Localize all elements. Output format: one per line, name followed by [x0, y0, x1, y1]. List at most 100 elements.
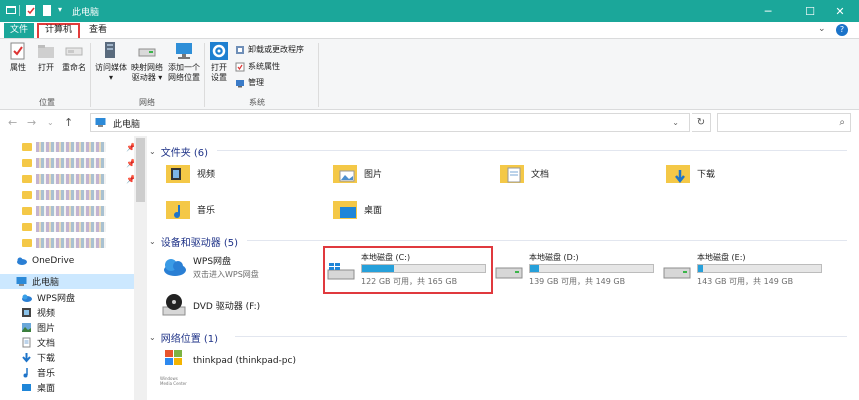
manage-button[interactable]: 管理 [235, 77, 264, 88]
help-icon[interactable]: ? [836, 24, 848, 36]
map-drive-button[interactable]: 映射网络 驱动器 ▾ [130, 41, 164, 83]
refresh-button[interactable]: ↻ [692, 113, 711, 132]
drive-e-usage-fill [698, 265, 703, 272]
open-settings-label-1: 打开 [211, 63, 227, 72]
collapse-chevron-icon: ⌄ [149, 237, 156, 246]
folders-section-header[interactable]: ⌄ 文件夹 (6) [149, 144, 208, 159]
folder-desktop-label: 桌面 [364, 205, 383, 216]
rename-icon [65, 47, 83, 56]
tab-computer[interactable]: 计算机 [37, 23, 80, 38]
system-properties-icon [235, 62, 245, 71]
wps-cloud-drive[interactable]: WPS网盘 双击进入WPS网盘 [161, 254, 259, 280]
nav-item-pictures[interactable]: 图片 [0, 320, 134, 335]
nav-item-documents[interactable]: 文档 [0, 335, 134, 350]
network-computer[interactable]: thinkpad (thinkpad-pc) [161, 348, 296, 374]
folders-header-label: 文件夹 (6) [160, 148, 209, 159]
open-button[interactable]: 打开 [34, 41, 58, 73]
folder-documents[interactable]: 文档 [499, 160, 549, 186]
uninstall-programs-button[interactable]: 卸载或更改程序 [235, 44, 304, 55]
folder-downloads[interactable]: 下载 [665, 160, 715, 186]
folder-icon [22, 175, 32, 183]
network-section-header[interactable]: ⌄ 网络位置 (1) [149, 330, 218, 345]
onedrive-label: OneDrive [32, 255, 75, 266]
nav-documents-label: 文档 [37, 339, 56, 349]
address-dropdown-icon[interactable]: ⌄ [672, 118, 679, 127]
group-separator [204, 43, 205, 107]
manage-label: 管理 [248, 78, 264, 87]
navigation-pane: 📌 📌 📌 OneDrive 此电脑 WPS网盘 视频 图片 文档 下载 音乐 … [0, 136, 147, 400]
video-icon [22, 308, 31, 317]
up-arrow-icon[interactable]: ↑ [64, 116, 73, 129]
address-bar: ← → ⌄ ↑ 此电脑 ⌄ ↻ ⌕ [0, 110, 859, 136]
nav-item-onedrive[interactable]: OneDrive [0, 253, 134, 268]
drive-e-info: 143 GB 可用，共 149 GB [697, 277, 794, 286]
quick-access-item[interactable] [22, 188, 106, 202]
add-location-label-2: 网络位置 [168, 73, 200, 82]
close-button[interactable]: ✕ [820, 0, 859, 22]
nav-item-music[interactable]: 音乐 [0, 365, 134, 380]
properties-label: 属性 [10, 63, 26, 72]
explorer-app-icon[interactable] [5, 4, 17, 17]
rename-button[interactable]: 重命名 [60, 41, 88, 73]
nav-item-this-pc[interactable]: 此电脑 [0, 274, 134, 289]
folder-icon [22, 159, 32, 167]
search-icon: ⌕ [839, 117, 845, 128]
open-label: 打开 [38, 63, 54, 72]
nav-item-downloads[interactable]: 下载 [0, 350, 134, 365]
devices-section-header[interactable]: ⌄ 设备和驱动器 (5) [149, 234, 238, 249]
quick-access-dropdown-icon[interactable]: ▾ [58, 5, 62, 14]
system-properties-button[interactable]: 系统属性 [235, 61, 280, 72]
minimize-button[interactable]: ─ [748, 0, 788, 22]
quick-access-item[interactable] [22, 220, 106, 234]
new-folder-icon[interactable] [41, 4, 53, 17]
nav-wps-label: WPS网盘 [37, 294, 76, 304]
drive-d-usage-bar [529, 264, 654, 273]
folder-videos[interactable]: 视频 [165, 160, 215, 186]
location-group-label: 位置 [39, 98, 55, 107]
devices-header-label: 设备和驱动器 (5) [160, 238, 239, 249]
download-folder-icon [666, 165, 690, 184]
nav-item-videos[interactable]: 视频 [0, 305, 134, 320]
quick-access-item[interactable]: 📌 [22, 172, 136, 186]
content-pane: ⌄ 文件夹 (6) 视频 图片 文档 下载 音乐 桌面 ⌄ 设备和驱动器 (5)… [147, 136, 859, 400]
nav-item-wps[interactable]: WPS网盘 [0, 290, 134, 305]
dvd-drive[interactable]: DVD 驱动器 (F:) [161, 292, 260, 318]
group-separator [318, 43, 319, 107]
drive-e[interactable]: 本地磁盘 (E:) 143 GB 可用，共 149 GB [663, 252, 828, 292]
drive-d-usage-fill [530, 265, 539, 272]
wps-cloud-icon [22, 294, 32, 302]
folder-desktop[interactable]: 桌面 [332, 196, 382, 222]
quick-access-item[interactable] [22, 204, 106, 218]
tab-view[interactable]: 查看 [84, 23, 112, 38]
tab-file[interactable]: 文件 [4, 23, 34, 38]
nav-scrollbar[interactable] [134, 136, 147, 400]
folder-pictures-label: 图片 [364, 169, 383, 180]
add-network-location-button[interactable]: 添加一个 网络位置 [166, 41, 202, 83]
folder-downloads-label: 下载 [697, 169, 716, 180]
quick-access-item[interactable] [22, 236, 106, 250]
blurred-label [36, 174, 106, 184]
open-settings-button[interactable]: 打开 设置 [207, 41, 231, 83]
access-media-button[interactable]: 访问媒体 ▾ [94, 41, 128, 83]
recent-locations-icon[interactable]: ⌄ [47, 118, 54, 127]
properties-check-icon[interactable] [25, 4, 37, 17]
address-field[interactable]: 此电脑 ⌄ [90, 113, 690, 132]
blurred-label [36, 206, 106, 216]
ribbon-collapse-icon[interactable]: ⌄ [818, 24, 826, 34]
breadcrumb-this-pc[interactable]: 此电脑 [113, 117, 140, 130]
scrollbar-thumb[interactable] [136, 138, 145, 202]
back-arrow-icon[interactable]: ← [8, 116, 17, 129]
network-header-label: 网络位置 (1) [160, 334, 219, 345]
quick-access-item[interactable]: 📌 [22, 156, 136, 170]
wps-sub: 双击进入WPS网盘 [193, 270, 259, 279]
music-note-icon [23, 368, 28, 378]
map-drive-label-2: 驱动器 [131, 73, 156, 82]
forward-arrow-icon[interactable]: → [27, 116, 36, 129]
folder-music[interactable]: 音乐 [165, 196, 215, 222]
search-input[interactable]: ⌕ [717, 113, 851, 132]
properties-button[interactable]: 属性 [6, 41, 30, 73]
quick-access-item[interactable]: 📌 [22, 140, 136, 154]
nav-item-desktop[interactable]: 桌面 [0, 380, 134, 395]
drive-d[interactable]: 本地磁盘 (D:) 139 GB 可用，共 149 GB [495, 252, 660, 292]
folder-pictures[interactable]: 图片 [332, 160, 382, 186]
